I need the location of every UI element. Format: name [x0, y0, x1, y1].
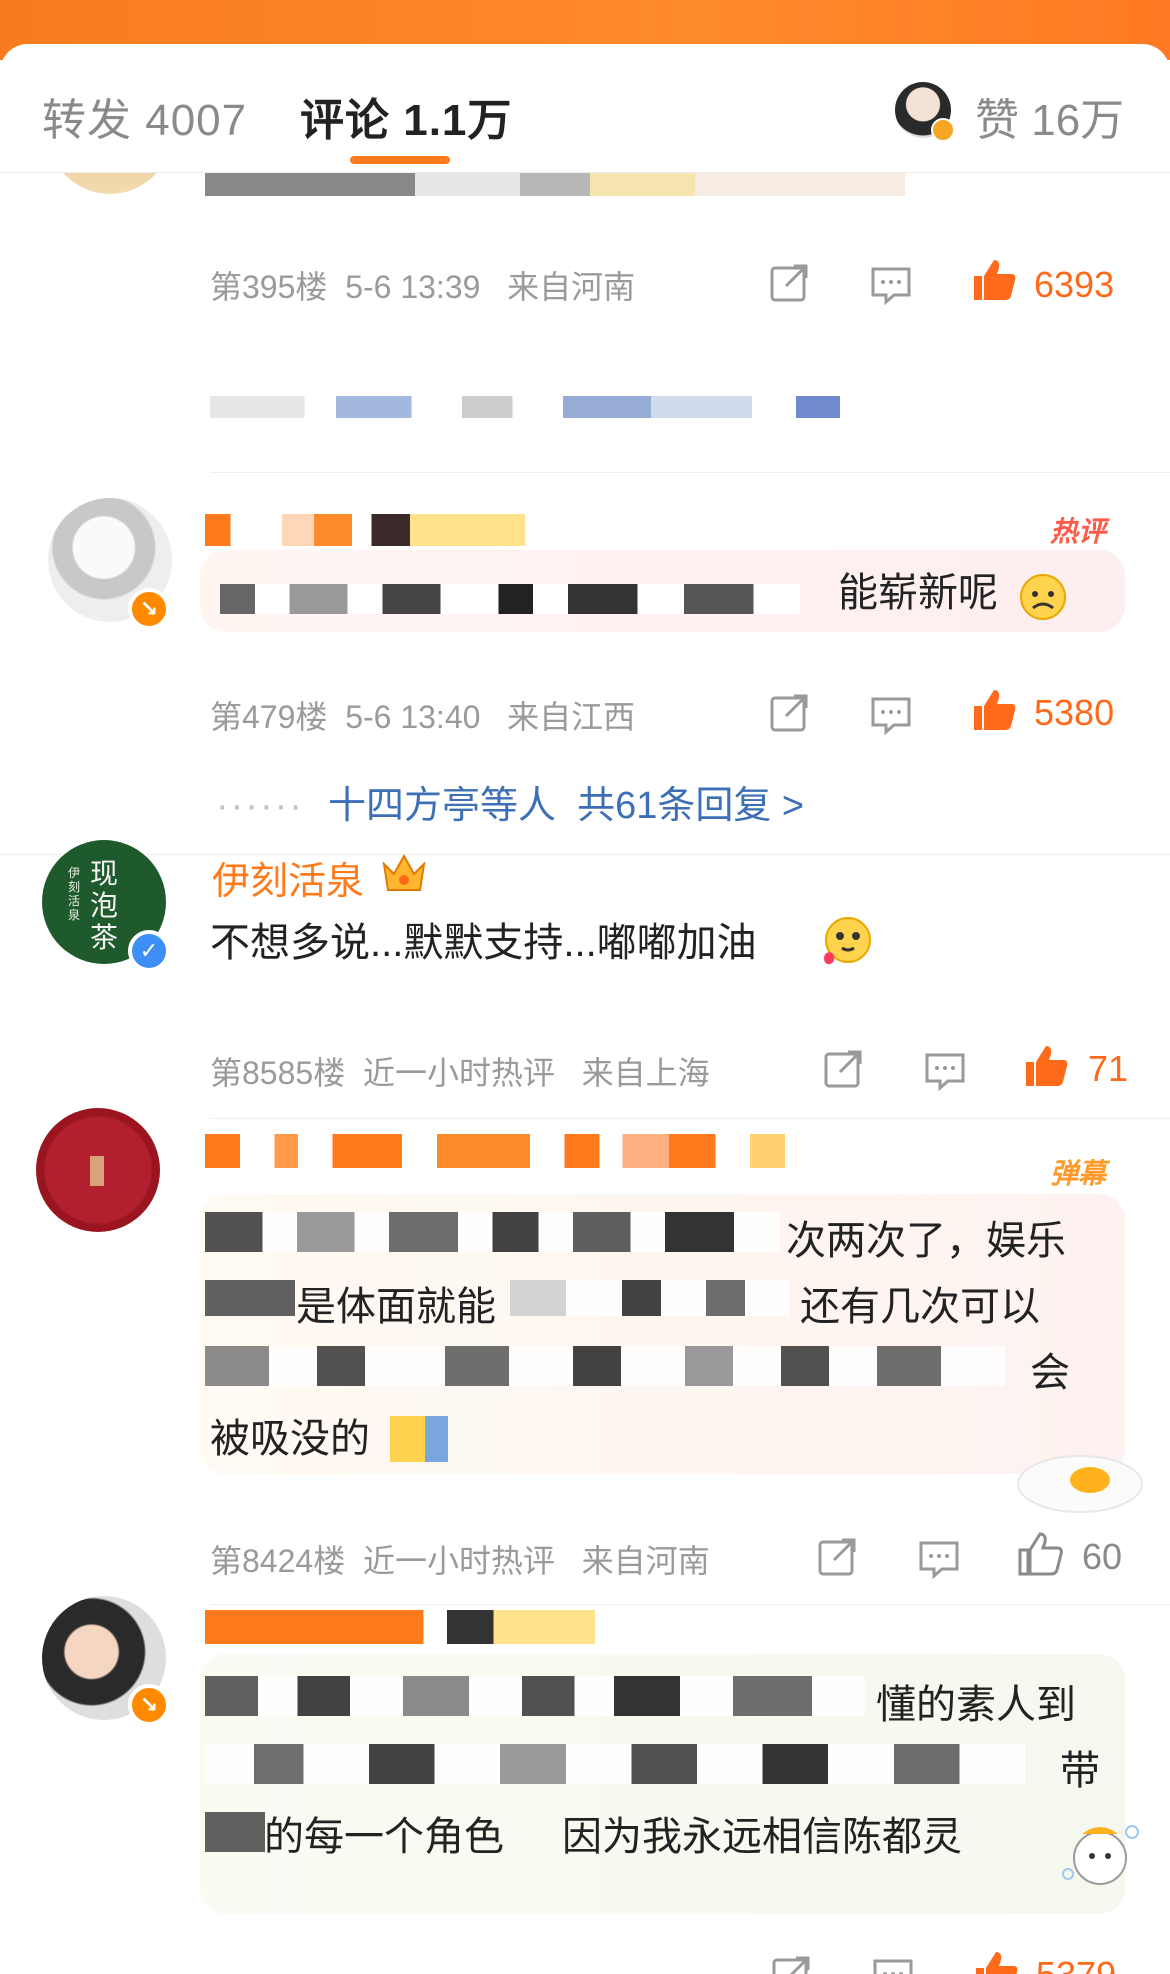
pixelated-emoji — [390, 1416, 448, 1462]
divider — [210, 1118, 1170, 1119]
comment-icon[interactable] — [870, 694, 912, 736]
comment-time: 5-6 13:39 — [345, 269, 481, 305]
share-icon[interactable] — [768, 262, 810, 304]
comment-text: 能崭新呢 — [838, 571, 998, 615]
liker-avatar[interactable] — [895, 82, 955, 142]
comment-meta: 第479楼 5-6 13:40 来自江西 — [210, 692, 635, 738]
pixelated-name — [205, 1134, 785, 1168]
avatar[interactable] — [36, 1108, 160, 1232]
hot-comment-tag: 热评 — [1050, 516, 1107, 547]
comment-location: 来自河南 — [507, 269, 636, 305]
like-icon[interactable] — [970, 256, 1018, 304]
comment-meta: 第8585楼 近一小时热评 来自上海 — [210, 1048, 710, 1094]
tab-likes[interactable]: 赞 16万 — [975, 84, 1124, 148]
comment-time: 5-6 13:40 — [345, 699, 481, 735]
comment-text-line2b: 还有几次可以 — [800, 1285, 1040, 1329]
divider — [0, 854, 1170, 855]
comment-time: 近一小时热评 — [362, 1543, 555, 1579]
floor-number: 第8585楼 — [210, 1055, 346, 1091]
pixelated-content — [205, 1346, 1005, 1386]
fried-egg-icon — [1017, 1455, 1143, 1513]
share-icon[interactable] — [770, 1954, 812, 1974]
avatar-text: 现泡茶 — [90, 857, 119, 954]
comment-text-line3b: 因为我永远相信陈都灵 — [562, 1815, 962, 1859]
tab-bar: 转发 4007 评论 1.1万 赞 16万 — [0, 44, 1170, 173]
pixelated-content — [205, 1812, 265, 1852]
sad-emoji-icon — [1020, 574, 1066, 620]
comments-sheet: 转发 4007 评论 1.1万 赞 16万 第395楼 5-6 13:39 来自… — [0, 44, 1170, 1974]
like-outline-icon[interactable] — [1016, 1530, 1064, 1578]
pixelated-content — [205, 1744, 1025, 1784]
like-count: 71 — [1088, 1048, 1129, 1089]
pixelated-reply-preview — [210, 396, 840, 418]
pixelated-name — [205, 1610, 595, 1644]
share-icon[interactable] — [768, 692, 810, 734]
comment-text-line2: 是体面就能 — [296, 1285, 496, 1329]
comment-text-line1: 次两次了，娱乐 — [786, 1219, 1066, 1263]
cute-emoji-icon — [824, 917, 871, 965]
pixelated-content — [205, 1280, 295, 1316]
verified-badge-icon — [931, 118, 955, 142]
comment-icon[interactable] — [918, 1538, 960, 1580]
comment-text-line2: 带 — [1060, 1749, 1100, 1793]
pixelated-content — [220, 584, 800, 614]
reply-count[interactable]: 共61条回复 > — [577, 785, 804, 827]
avatar-small-text: 伊刻活泉 — [68, 866, 81, 922]
comment-location: 来自上海 — [581, 1055, 710, 1091]
pixelated-content — [205, 1676, 865, 1716]
floor-number: 第479楼 — [210, 699, 328, 735]
comment-icon[interactable] — [870, 264, 912, 306]
comment-text-line3: 会 — [1030, 1351, 1070, 1395]
like-icon[interactable] — [972, 1948, 1020, 1974]
share-icon[interactable] — [816, 1536, 858, 1578]
reply-users[interactable]: 十四方亭等人 — [328, 785, 556, 827]
tab-comments[interactable]: 评论 1.1万 — [300, 84, 512, 148]
comment-location: 来自江西 — [507, 699, 636, 735]
pixelated-content — [510, 1280, 790, 1316]
comment-icon[interactable] — [872, 1956, 914, 1974]
pixelated-content — [205, 172, 905, 196]
crown-badge-icon — [382, 853, 426, 891]
share-icon[interactable] — [822, 1048, 864, 1090]
comment-icon[interactable] — [924, 1050, 966, 1092]
like-icon[interactable] — [970, 686, 1018, 734]
divider — [210, 472, 1170, 473]
like-icon[interactable] — [1022, 1042, 1070, 1090]
comment-time: 近一小时热评 — [362, 1055, 555, 1091]
avatar-pixel — [90, 1156, 104, 1186]
danmaku-tag: 弹幕 — [1050, 1158, 1107, 1189]
comment-meta: 第395楼 5-6 13:39 来自河南 — [210, 262, 635, 308]
like-count: 60 — [1082, 1536, 1123, 1577]
comment-text-line3: 的每一个角色 — [264, 1815, 504, 1859]
reply-summary-link[interactable]: ······ 十四方亭等人 共61条回复 > — [216, 774, 804, 829]
pixelated-content — [205, 1212, 780, 1252]
comment-text-line1: 懂的素人到 — [876, 1683, 1076, 1727]
verified-badge-icon: ✓ — [128, 930, 170, 972]
verified-badge-icon: ↘ — [128, 588, 170, 630]
username[interactable]: 伊刻活泉 — [212, 850, 364, 905]
tab-repost[interactable]: 转发 4007 — [42, 84, 247, 148]
like-count: 5380 — [1034, 692, 1115, 733]
comment-text-line4: 被吸没的 — [210, 1417, 370, 1461]
floor-number: 第395楼 — [210, 269, 328, 305]
character-sticker-icon — [1062, 1825, 1139, 1885]
like-count: 6393 — [1034, 264, 1115, 305]
comment-text: 不想多说...默默支持...嘟嘟加油 — [210, 921, 757, 965]
verified-badge-icon: ↘ — [128, 1684, 170, 1726]
divider — [210, 1604, 1170, 1605]
floor-number: 第8424楼 — [210, 1543, 346, 1579]
comment-location: 来自河南 — [581, 1543, 710, 1579]
like-count: 5379 — [1036, 1954, 1116, 1974]
dots-icon: ······ — [216, 785, 304, 827]
comment-meta: 第8424楼 近一小时热评 来自河南 — [210, 1536, 710, 1582]
active-tab-indicator — [350, 156, 450, 164]
pixelated-name — [205, 514, 525, 546]
